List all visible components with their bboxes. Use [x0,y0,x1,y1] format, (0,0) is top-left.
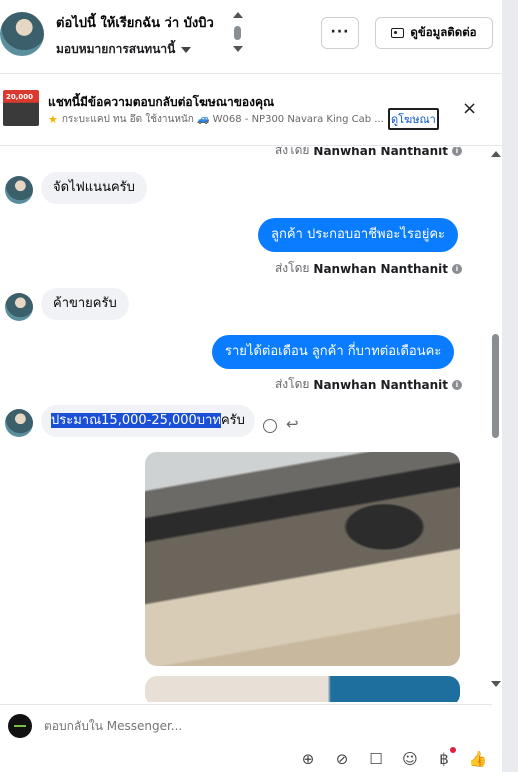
scroll-down-icon[interactable] [233,46,243,52]
ad-banner-title: แชทนี้มีข้อความตอบกลับต่อโฆษณาของคุณ [48,95,275,109]
assign-label: มอบหมายการสนทนานี้ [56,42,176,56]
composer-toolbar: ⊕ ⊘ ☐ ☺ ฿ 👍 [298,747,488,769]
info-icon[interactable]: i [452,379,462,390]
payment-icon[interactable]: ฿ [434,747,456,769]
view-contact-info-label: ดูข้อมูลติดต่อ [410,25,477,39]
ad-detail-line: ★ กระบะแคป ทน อึด ใช้งานหนัก 🚙 W068 - NP… [48,112,384,127]
scroll-down-icon[interactable] [491,681,501,687]
incoming-message[interactable]: จัดไฟแนนครับ [41,172,147,204]
contact-avatar-small[interactable] [5,409,33,437]
sent-by-label: ส่งโดย Nanwhan Nanthanit i [275,375,462,394]
incoming-photo[interactable] [145,676,460,702]
close-icon[interactable]: × [462,98,477,119]
scroll-thumb[interactable] [234,26,241,40]
contact-avatar[interactable] [0,12,44,56]
sent-by-prefix: ส่งโดย [274,377,310,391]
sent-by-agent: Nanwhan Nanthanit [313,377,448,392]
sent-by-label: ส่งโดย Nanwhan Nanthanit i [275,259,462,278]
thread-scrollbar[interactable] [490,147,502,692]
chevron-down-icon [181,46,192,53]
contact-avatar-small[interactable] [5,293,33,321]
view-ad-link[interactable]: ดูโฆษณา [388,108,439,130]
conversation-header: ต่อไปนี้ ให้เรียกฉัน ว่า บังบิว มอบหมายก… [0,0,502,74]
incoming-message[interactable]: ประมาณ15,000-25,000บาทครับ [41,405,255,437]
info-icon[interactable]: i [452,147,462,156]
scroll-up-icon[interactable] [233,12,243,18]
incoming-photo[interactable] [145,452,460,666]
like-icon[interactable]: 👍 [468,749,488,769]
sent-by-label: ส่งโดย Nanwhan Nanthanit i [275,147,462,160]
ad-thumbnail[interactable]: 20,000 [3,90,39,126]
emoji-react-icon[interactable] [263,419,277,433]
header-scrollbar[interactable] [233,12,243,58]
message-text: ครับ [220,413,245,428]
contact-name[interactable]: ต่อไปนี้ ให้เรียกฉัน ว่า บังบิว [56,12,214,33]
sent-by-prefix: ส่งโดย [274,147,310,157]
sent-by-agent: Nanwhan Nanthanit [313,261,448,276]
more-options-button[interactable]: ··· [321,17,359,49]
sent-by-prefix: ส่งโดย [274,261,310,275]
assign-conversation-dropdown[interactable]: มอบหมายการสนทนานี้ [56,40,192,59]
message-composer: ⊕ ⊘ ☐ ☺ ฿ 👍 [0,704,492,772]
reply-input[interactable] [44,719,444,733]
attachment-icon[interactable]: ⊘ [332,749,352,769]
contact-avatar-small[interactable] [5,176,33,204]
message-thread[interactable]: ส่งโดย Nanwhan Nanthanit i จัดไฟแนนครับ … [0,147,490,702]
reply-icon[interactable]: ↩ [286,415,299,433]
outgoing-message[interactable]: ลูกค้า ประกอบอาชีพอะไรอยู่คะ [258,218,459,252]
page-logo [8,714,32,738]
ad-detail-text: กระบะแคป ทน อึด ใช้งานหนัก 🚙 W068 - NP30… [61,114,384,125]
sent-by-agent: Nanwhan Nanthanit [313,147,448,158]
outgoing-message[interactable]: รายได้ต่อเดือน ลูกค้า กี่บาทต่อเดือนคะ [212,335,455,369]
incoming-message[interactable]: ค้าขายครับ [41,288,129,320]
saved-reply-icon[interactable]: ☐ [366,749,386,769]
add-contact-icon[interactable]: ⊕ [298,749,318,769]
view-contact-info-button[interactable]: ดูข้อมูลติดต่อ [375,17,493,49]
side-panel-edge [502,0,518,772]
selected-text[interactable]: ประมาณ15,000-25,000บาท [51,413,221,428]
star-icon: ★ [48,113,58,126]
contact-card-icon [391,28,405,38]
scroll-thumb[interactable] [492,334,499,438]
info-icon[interactable]: i [452,263,462,274]
emoji-icon[interactable]: ☺ [400,749,420,769]
ad-reply-banner: 20,000 แชทนี้มีข้อความตอบกลับต่อโฆษณาของ… [0,74,502,146]
ad-thumbnail-text: 20,000 [6,93,34,101]
scroll-up-icon[interactable] [491,151,501,157]
